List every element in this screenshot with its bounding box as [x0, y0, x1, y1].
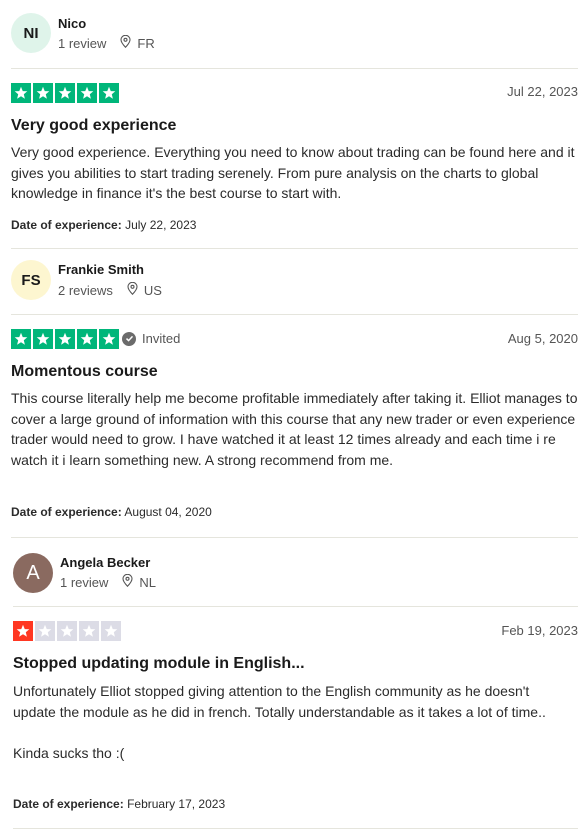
experience-label: Date of experience: [11, 505, 122, 519]
location-pin-icon [120, 34, 131, 51]
review-count: 1 review [60, 574, 109, 590]
date-of-experience: Date of experience: July 22, 2023 [11, 218, 196, 232]
star-icon [57, 621, 77, 641]
experience-label: Date of experience: [13, 797, 124, 811]
avatar[interactable]: A [13, 553, 53, 593]
reviewer-country: US [143, 282, 162, 298]
divider [11, 537, 578, 538]
star-icon [33, 329, 53, 349]
invited-badge[interactable]: Invited [122, 331, 180, 346]
reviewer-meta: 1 review NL [60, 573, 157, 590]
star-icon [11, 83, 31, 103]
divider [11, 248, 578, 249]
reviewer-meta: 2 reviews US [58, 281, 162, 298]
reviewer-country: FR [137, 35, 155, 51]
star-icon [77, 329, 97, 349]
divider [11, 68, 578, 69]
divider [13, 828, 578, 829]
review-title[interactable]: Stopped updating module in English... [13, 655, 305, 673]
star-icon [55, 329, 75, 349]
invited-label: Invited [142, 331, 181, 346]
checkmark-icon [122, 331, 136, 346]
experience-label: Date of experience: [11, 218, 122, 232]
star-icon [11, 329, 31, 349]
reviewer-country: NL [139, 574, 157, 590]
review-body: Unfortunately Elliot stopped giving atte… [13, 683, 546, 761]
star-icon [99, 329, 119, 349]
review-title[interactable]: Very good experience [11, 117, 176, 135]
review-title[interactable]: Momentous course [11, 363, 158, 381]
location-pin-icon [127, 281, 138, 298]
star-icon [35, 621, 55, 641]
reviewer-name[interactable]: Frankie Smith [58, 262, 144, 277]
review-count: 1 review [58, 35, 107, 51]
star-icon [77, 83, 97, 103]
star-icon [79, 621, 99, 641]
reviewer-meta: 1 review FR [58, 34, 155, 51]
review-body: This course literally help me become pro… [11, 390, 578, 468]
date-of-experience: Date of experience: August 04, 2020 [11, 505, 212, 519]
avatar[interactable]: NI [11, 13, 51, 53]
review-count: 2 reviews [58, 282, 113, 298]
date-of-experience: Date of experience: February 17, 2023 [13, 797, 225, 811]
star-rating [11, 329, 119, 349]
star-icon [99, 83, 119, 103]
star-icon [13, 621, 33, 641]
star-rating [13, 621, 121, 641]
star-icon [55, 83, 75, 103]
review-date: Aug 5, 2020 [507, 331, 578, 346]
reviewer-name[interactable]: Nico [58, 16, 86, 31]
reviewer-name[interactable]: Angela Becker [60, 555, 150, 570]
divider [13, 606, 578, 607]
experience-date: July 22, 2023 [125, 218, 197, 232]
avatar[interactable]: FS [11, 260, 51, 300]
star-rating [11, 83, 119, 103]
experience-date: February 17, 2023 [127, 797, 226, 811]
location-pin-icon [122, 573, 133, 590]
divider [11, 314, 578, 315]
star-icon [101, 621, 121, 641]
review-body: Very good experience. Everything you nee… [11, 144, 575, 201]
review-date: Jul 22, 2023 [507, 84, 578, 99]
star-icon [33, 83, 53, 103]
experience-date: August 04, 2020 [124, 505, 212, 519]
review-date: Feb 19, 2023 [501, 623, 578, 638]
